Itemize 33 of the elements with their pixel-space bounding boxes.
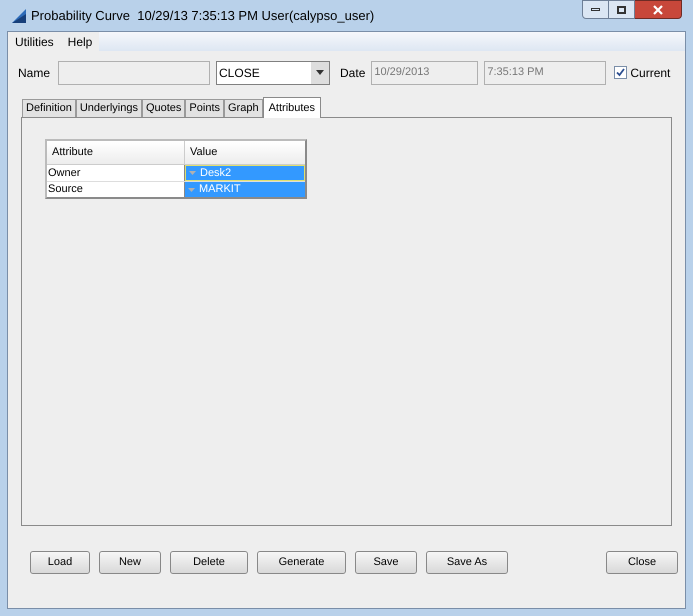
tab[interactable]: Graph <box>224 99 263 117</box>
tab[interactable]: Points <box>185 99 224 117</box>
tab[interactable]: Definition <box>22 99 76 117</box>
window-title: Probability Curve 10/29/13 7:35:13 PM User(calypso_user) <box>31 6 374 25</box>
caret-icon <box>189 171 196 175</box>
close-button[interactable]: Close <box>606 551 678 574</box>
tab[interactable]: Quotes <box>142 99 186 117</box>
minimize-button[interactable] <box>582 0 609 19</box>
time-field[interactable]: 7:35:13 PM <box>484 60 606 84</box>
action-button[interactable]: Save As <box>426 551 508 574</box>
type-dropdown[interactable]: CLOSE <box>216 60 330 84</box>
name-field[interactable] <box>58 60 210 84</box>
tab[interactable]: Attributes <box>262 97 322 118</box>
app-logo-icon <box>11 8 27 24</box>
action-button[interactable]: Save <box>355 551 417 574</box>
tab[interactable]: Underlyings <box>76 99 142 117</box>
action-button[interactable]: New <box>99 551 161 574</box>
current-label: Current <box>630 64 670 82</box>
close-icon[interactable] <box>635 0 682 19</box>
caret-icon <box>188 188 195 192</box>
action-button[interactable]: Load <box>30 551 90 574</box>
name-label: Name <box>18 64 50 82</box>
maximize-button[interactable] <box>609 0 635 19</box>
date-field[interactable]: 10/29/2013 <box>371 60 478 84</box>
menu-item[interactable]: Utilities <box>8 32 61 50</box>
current-checkbox[interactable] <box>614 66 628 79</box>
column-header[interactable]: Attribute <box>47 141 185 164</box>
caret-icon <box>316 70 324 75</box>
column-header[interactable]: Value <box>185 141 305 164</box>
action-button[interactable]: Delete <box>170 551 248 574</box>
action-button[interactable]: Generate <box>257 551 346 574</box>
date-label: Date <box>340 64 366 82</box>
menu-item[interactable]: Help <box>60 32 100 50</box>
